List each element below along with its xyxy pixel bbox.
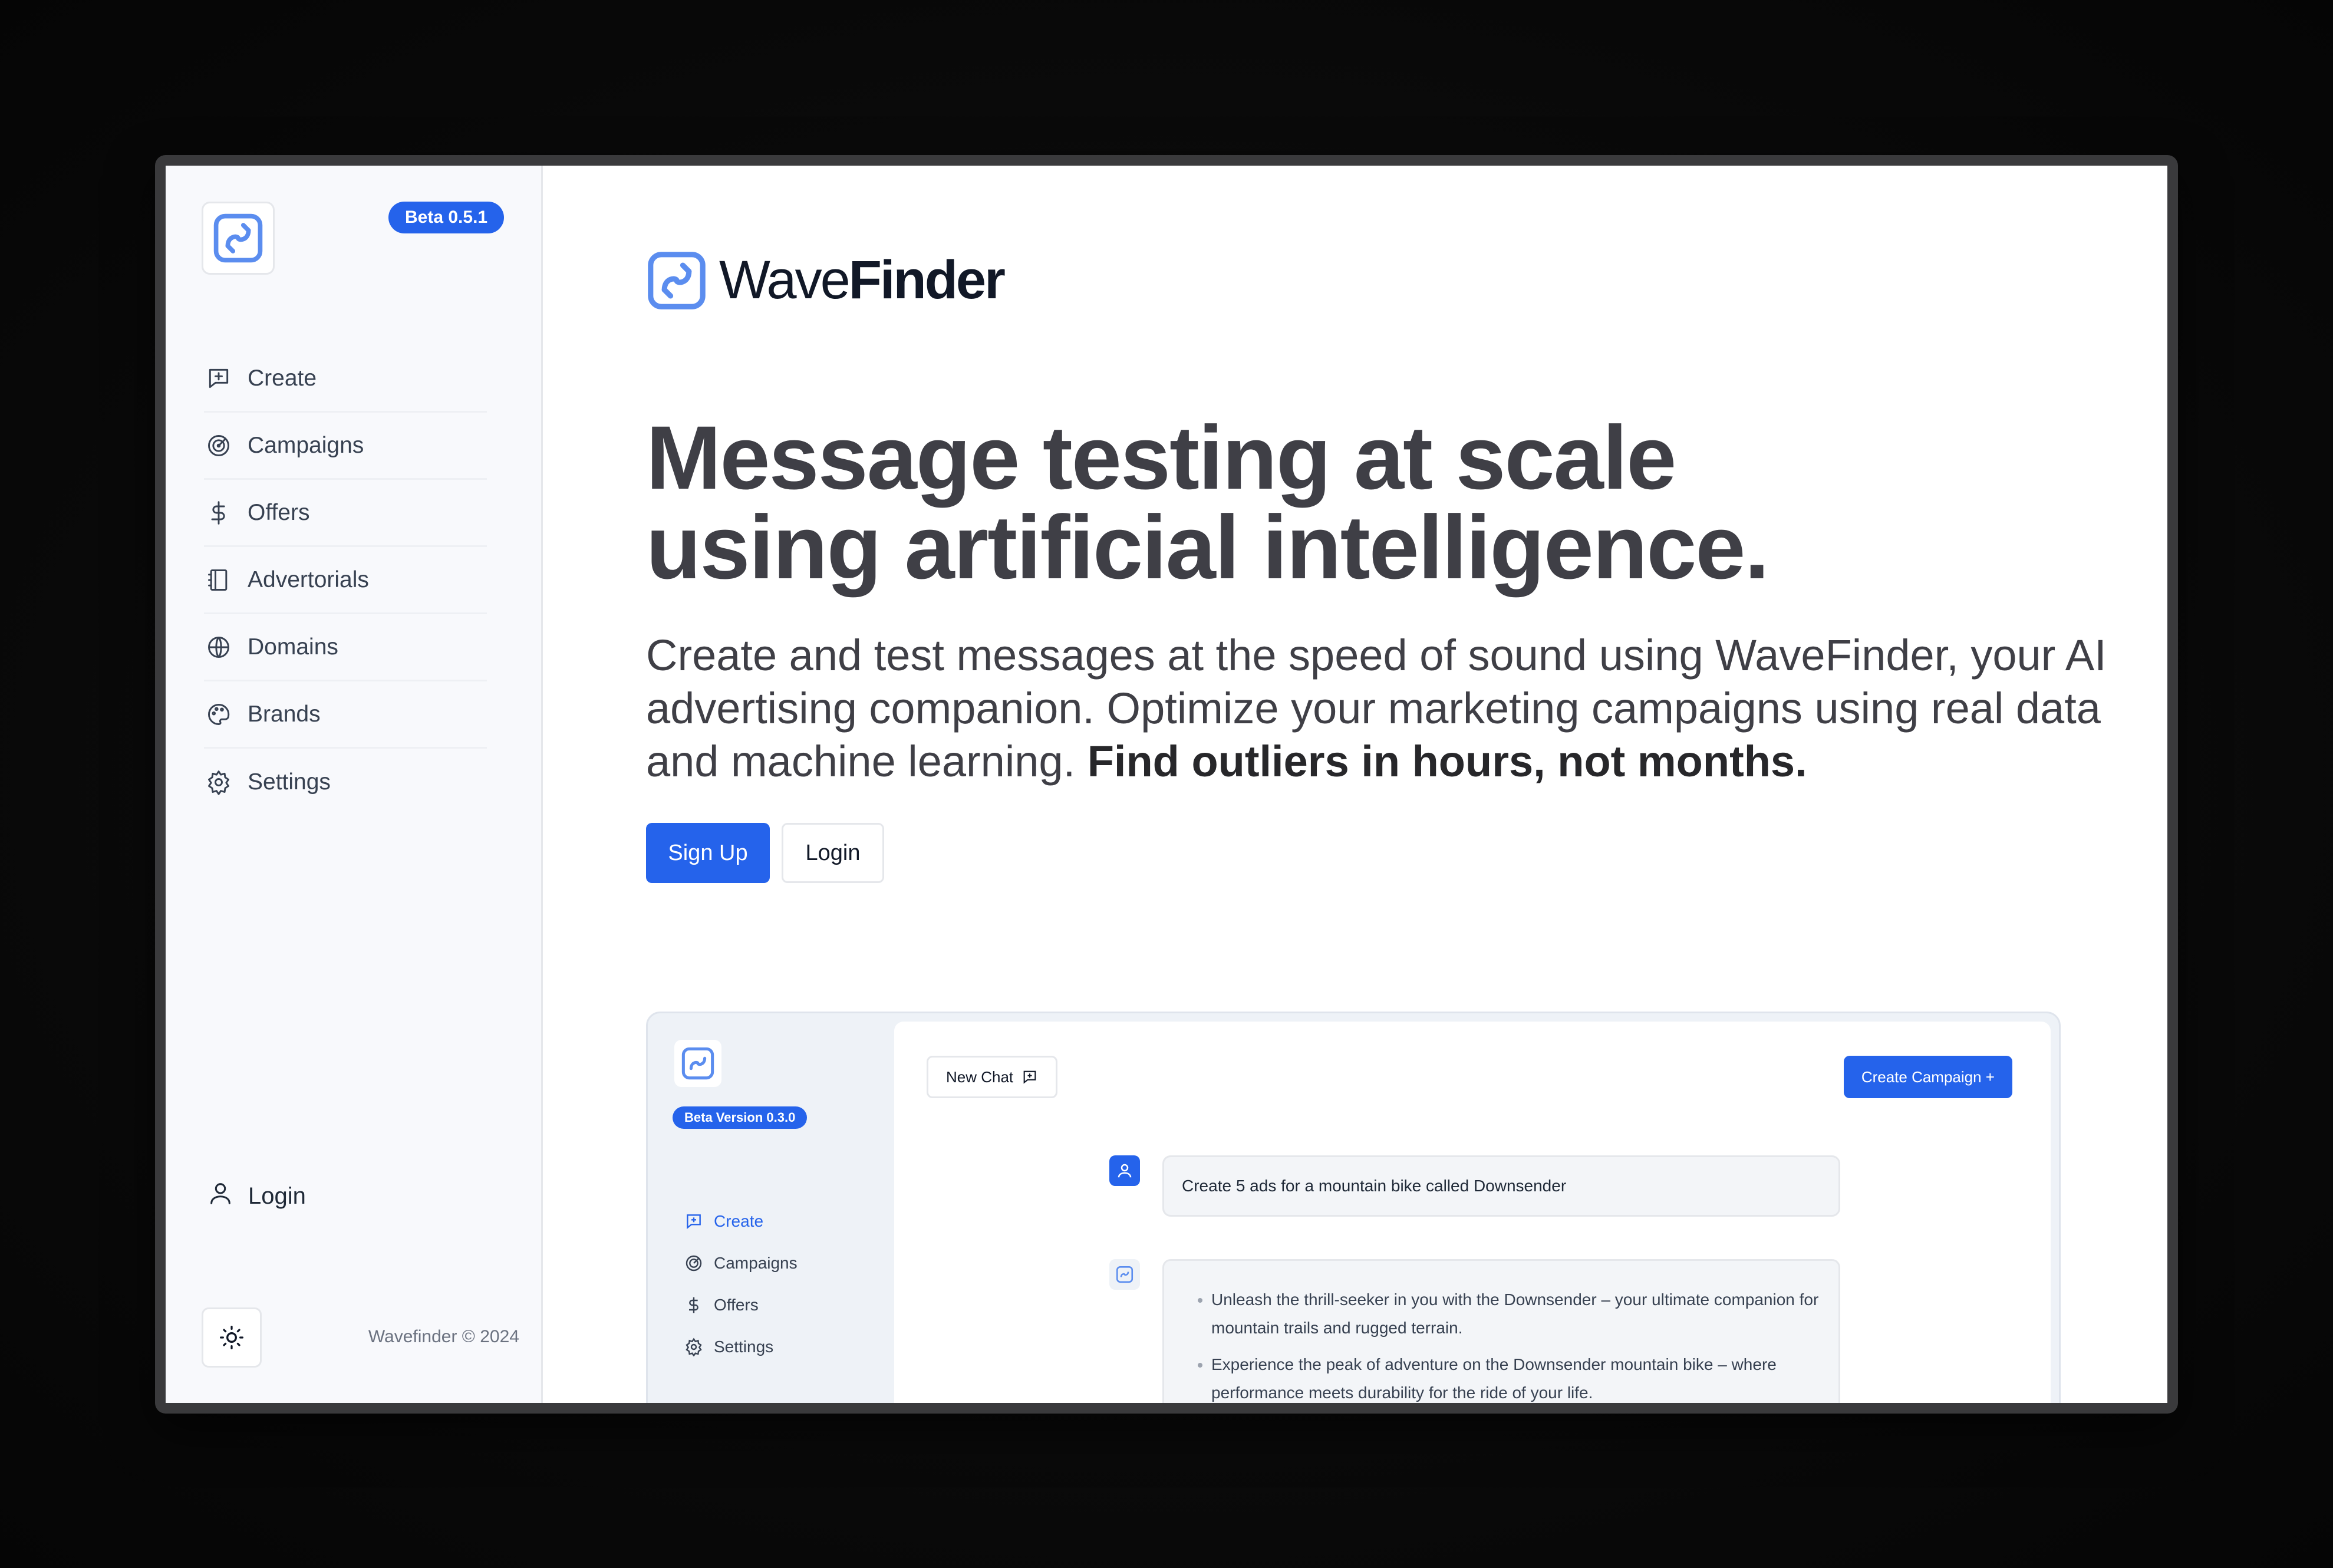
message-plus-icon (687, 1214, 701, 1229)
sidebar-login-label: Login (248, 1182, 306, 1209)
sidebar: Beta 0.5.1 Create Campaigns Offers Adver… (166, 166, 543, 1403)
sidebar-login[interactable]: Login (207, 1180, 306, 1213)
palette-icon (204, 700, 233, 729)
app-window: Beta 0.5.1 Create Campaigns Offers Adver… (166, 166, 2167, 1403)
globe-icon (204, 633, 233, 662)
chat-icon (1023, 1070, 1036, 1084)
sidebar-item-brands[interactable]: Brands (204, 681, 487, 749)
sidebar-item-label: Settings (248, 769, 331, 795)
hero-title: Message testing at scale using artificia… (646, 413, 1825, 592)
user-avatar-icon (1109, 1155, 1140, 1186)
device-frame: Beta 0.5.1 Create Campaigns Offers Adver… (155, 155, 2178, 1414)
sun-icon (220, 1326, 243, 1349)
user-icon (207, 1180, 234, 1213)
sidebar-item-label: Advertorials (248, 566, 369, 592)
product-preview: Beta Version 0.3.0 Create Campaigns Offe… (646, 1012, 2061, 1403)
brand-name: WaveFinder (719, 250, 1006, 310)
target-icon (686, 1255, 702, 1271)
wavefinder-logo-icon (648, 251, 706, 309)
hero-title-line-2: using artificial intelligence. (646, 497, 1769, 598)
app-logo[interactable] (202, 202, 275, 275)
preview-user-message: Create 5 ads for a mountain bike called … (1162, 1155, 1840, 1217)
preview-nav-offers: Offers (684, 1284, 798, 1326)
sidebar-item-advertorials[interactable]: Advertorials (204, 547, 487, 614)
preview-version-badge: Beta Version 0.3.0 (673, 1106, 808, 1129)
gear-icon (204, 767, 233, 797)
bot-avatar-icon (1109, 1259, 1140, 1290)
sign-up-button[interactable]: Sign Up (646, 823, 770, 883)
dollar-icon (204, 498, 233, 528)
hero-subtitle: Create and test messages at the speed of… (646, 631, 2107, 786)
preview-nav-create: Create (684, 1200, 798, 1242)
message-plus-icon (204, 364, 233, 393)
sidebar-item-settings[interactable]: Settings (204, 749, 487, 816)
sidebar-item-campaigns[interactable]: Campaigns (204, 413, 487, 480)
preview-logo (674, 1040, 721, 1087)
dollar-icon (689, 1297, 698, 1313)
main-content: WaveFinder Message testing at scale usin… (543, 166, 2167, 1403)
sidebar-item-create[interactable]: Create (204, 345, 487, 413)
sidebar-nav: Create Campaigns Offers Advertorials Dom… (204, 345, 487, 816)
sidebar-item-label: Create (248, 365, 317, 391)
sidebar-item-domains[interactable]: Domains (204, 614, 487, 681)
response-item: Unleash the thrill-seeker in you with th… (1211, 1286, 1821, 1342)
theme-toggle-button[interactable] (202, 1307, 262, 1368)
hero-subtitle-emphasis: Find outliers in hours, not months. (1087, 737, 1807, 786)
version-badge: Beta 0.5.1 (388, 202, 505, 233)
hero-title-line-1: Message testing at scale (646, 407, 1676, 508)
preview-sidebar: Beta Version 0.3.0 Create Campaigns Offe… (648, 1013, 889, 1403)
brand-logo: WaveFinder (646, 249, 1006, 311)
preview-nav-settings: Settings (684, 1326, 798, 1368)
wavefinder-logo-icon (681, 1047, 714, 1080)
sidebar-item-label: Campaigns (248, 432, 364, 458)
preview-create-campaign-button: Create Campaign + (1843, 1056, 2012, 1098)
sidebar-item-label: Offers (248, 499, 310, 525)
login-button[interactable]: Login (782, 823, 884, 883)
preview-new-chat-button: New Chat (927, 1056, 1058, 1098)
target-icon (204, 431, 233, 460)
gear-icon (686, 1338, 702, 1356)
sidebar-item-label: Domains (248, 634, 338, 660)
copyright-text: Wavefinder © 2024 (368, 1327, 519, 1346)
preview-bot-response: Unleash the thrill-seeker in you with th… (1162, 1259, 1840, 1403)
preview-nav: Create Campaigns Offers Settings (684, 1200, 798, 1368)
sidebar-item-offers[interactable]: Offers (204, 480, 487, 547)
preview-nav-campaigns: Campaigns (684, 1242, 798, 1284)
response-item: Experience the peak of adventure on the … (1211, 1350, 1821, 1403)
wavefinder-logo-icon (213, 213, 263, 263)
notebook-icon (204, 565, 233, 595)
sidebar-item-label: Brands (248, 701, 321, 727)
preview-chat-panel: New Chat Create Campaign + Create 5 ads … (894, 1022, 2051, 1403)
